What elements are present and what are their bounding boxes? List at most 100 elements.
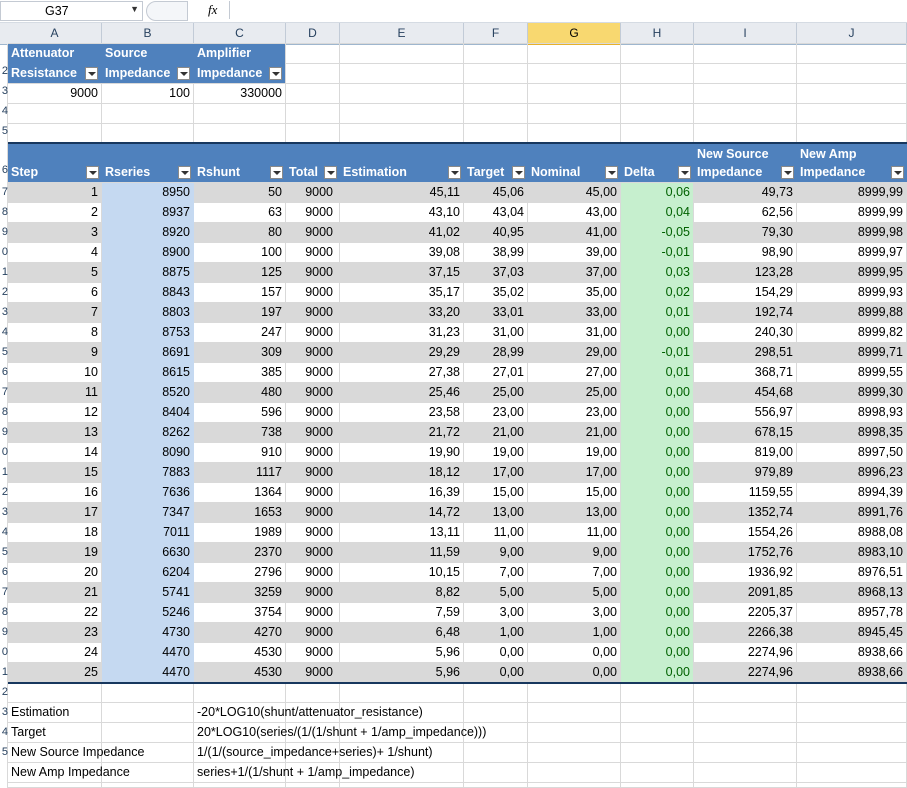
table-cell: 9000 (305, 585, 333, 599)
table-cell: 5,96 (435, 665, 460, 679)
row-header[interactable]: 5 (0, 125, 8, 137)
filter-dropdown-icon[interactable] (448, 166, 461, 179)
row-header[interactable]: 6 (0, 366, 8, 378)
row-header[interactable]: 0 (0, 646, 8, 658)
column-header-g[interactable]: G (528, 23, 621, 45)
table-cell: 3,00 (592, 605, 617, 619)
row-header[interactable]: 5 (0, 746, 8, 758)
function-icon[interactable]: fx (208, 2, 217, 18)
row-header[interactable]: 4 (0, 726, 8, 738)
gridline (8, 782, 907, 783)
name-box[interactable]: G37 ▼ (0, 1, 143, 21)
row-header[interactable]: 3 (0, 706, 8, 718)
filter-dropdown-icon[interactable] (269, 67, 282, 80)
row-header[interactable]: 7 (0, 586, 8, 598)
formula-text: 1/(1/(source_impedance+series)+ 1/shunt) (197, 745, 433, 759)
column-header-b[interactable]: B (102, 23, 194, 43)
filter-dropdown-icon[interactable] (678, 166, 691, 179)
table-cell: 6204 (162, 565, 190, 579)
row-header[interactable]: 8 (0, 406, 8, 418)
formula-bar-controls[interactable] (146, 1, 188, 21)
table-cell: 98,90 (761, 245, 793, 259)
filter-dropdown-icon[interactable] (891, 166, 904, 179)
row-header[interactable]: 4 (0, 526, 8, 538)
table-cell: 13,00 (492, 505, 524, 519)
table-cell: 9000 (305, 265, 333, 279)
column-header-h[interactable]: H (621, 23, 694, 43)
table-cell: 35,02 (492, 285, 524, 299)
table-cell: 38,99 (492, 245, 524, 259)
row-header[interactable]: 2 (0, 486, 8, 498)
table-cell: 0,00 (665, 585, 690, 599)
table-cell: 39,00 (585, 245, 617, 259)
table-cell: 13 (84, 425, 98, 439)
row-header[interactable]: 6 (0, 164, 8, 176)
row-header[interactable]: 7 (0, 186, 8, 198)
row-header[interactable]: 8 (0, 606, 8, 618)
table-cell: 9000 (305, 525, 333, 539)
table-cell: 0,03 (665, 265, 690, 279)
row-header[interactable]: 3 (0, 85, 8, 97)
column-header-f[interactable]: F (464, 23, 528, 43)
filter-dropdown-icon[interactable] (781, 166, 794, 179)
table-cell: 10,15 (428, 565, 460, 579)
row-header[interactable]: 1 (0, 466, 8, 478)
row-header[interactable]: 1 (0, 266, 8, 278)
table-cell: 5,00 (592, 585, 617, 599)
row-header[interactable]: 0 (0, 246, 8, 258)
table-cell: 25,46 (428, 385, 460, 399)
filter-dropdown-icon[interactable] (270, 166, 283, 179)
row-header[interactable]: 2 (0, 286, 8, 298)
filter-dropdown-icon[interactable] (178, 166, 191, 179)
row-header[interactable]: 4 (0, 105, 8, 117)
chevron-down-icon[interactable]: ▼ (130, 4, 139, 14)
table-cell: 0,00 (665, 445, 690, 459)
table-cell: 0,00 (665, 545, 690, 559)
table-cell: 8938,66 (857, 665, 903, 679)
table-cell: 0,06 (665, 185, 690, 199)
filter-dropdown-icon[interactable] (605, 166, 618, 179)
row-header[interactable]: 9 (0, 226, 8, 238)
formula-input[interactable] (229, 1, 907, 19)
table-cell: 33,20 (428, 305, 460, 319)
column-header-c[interactable]: C (194, 23, 286, 43)
filter-dropdown-icon[interactable] (85, 67, 98, 80)
table-cell: 9000 (305, 485, 333, 499)
table-cell: 9000 (305, 465, 333, 479)
row-header[interactable]: 3 (0, 306, 8, 318)
row-header[interactable]: 1 (0, 666, 8, 678)
filter-dropdown-icon[interactable] (512, 166, 525, 179)
row-header[interactable]: 7 (0, 386, 8, 398)
table-cell: 8950 (162, 185, 190, 199)
table-cell: 7,00 (499, 565, 524, 579)
row-header[interactable]: 2 (0, 65, 8, 77)
table-cell: 0,01 (665, 305, 690, 319)
row-header[interactable]: 3 (0, 506, 8, 518)
row-header[interactable]: 5 (0, 346, 8, 358)
column-header-j[interactable]: J (797, 23, 907, 43)
column-header-d[interactable]: D (286, 23, 340, 43)
column-header-a[interactable]: A (8, 23, 102, 43)
table-cell: 2274,96 (747, 665, 793, 679)
filter-dropdown-icon[interactable] (86, 166, 99, 179)
row-header[interactable]: 9 (0, 626, 8, 638)
row-header[interactable]: 8 (0, 206, 8, 218)
row-header[interactable]: 2 (0, 686, 8, 698)
row-header[interactable]: 5 (0, 546, 8, 558)
table-cell: 556,97 (754, 405, 793, 419)
row-header[interactable]: 4 (0, 326, 8, 338)
table-cell: 41,00 (585, 225, 617, 239)
filter-dropdown-icon[interactable] (177, 67, 190, 80)
table-cell: 9000 (305, 425, 333, 439)
row-header[interactable]: 9 (0, 426, 8, 438)
row-header[interactable]: 0 (0, 446, 8, 458)
column-header-e[interactable]: E (340, 23, 464, 43)
table-cell: 8404 (162, 405, 190, 419)
row-header[interactable]: 6 (0, 566, 8, 578)
table-cell: 9000 (305, 665, 333, 679)
table-cell: 0,00 (499, 645, 524, 659)
table-cell: 0,00 (665, 525, 690, 539)
column-header-i[interactable]: I (694, 23, 797, 43)
filter-dropdown-icon[interactable] (324, 166, 337, 179)
table-cell: 0,00 (665, 485, 690, 499)
